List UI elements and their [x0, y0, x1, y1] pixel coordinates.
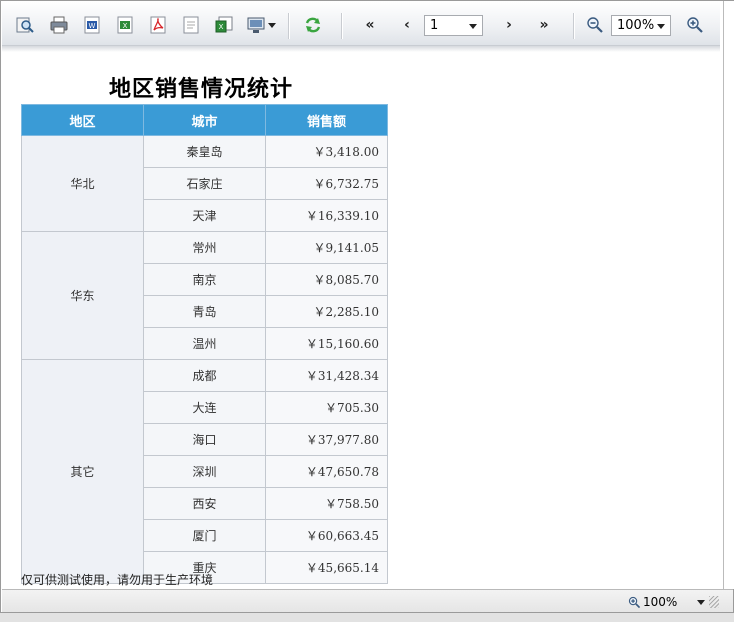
toolbar-shadow [2, 46, 720, 52]
search-icon[interactable] [15, 15, 35, 35]
page-number-select[interactable]: 1 [424, 15, 483, 36]
table-row: 华北 秦皇岛 ￥3,418.00 [21, 135, 388, 232]
region-cell: 华北 [21, 135, 144, 232]
pdf-export-icon[interactable] [148, 15, 168, 35]
city-cell: 成都 [143, 359, 266, 392]
resize-grip[interactable] [709, 596, 719, 608]
column-header-region: 地区 [21, 104, 144, 136]
excel-data-export-icon[interactable]: X [214, 15, 234, 35]
city-cell: 秦皇岛 [143, 135, 266, 168]
amount-cell: ￥31,428.34 [265, 359, 388, 392]
column-header-amount: 销售额 [265, 104, 388, 136]
city-cell: 石家庄 [143, 167, 266, 200]
prev-page-button[interactable]: ‹ [396, 15, 418, 35]
city-cell: 西安 [143, 487, 266, 520]
amount-cell: ￥758.50 [265, 487, 388, 520]
amount-cell: ￥8,085.70 [265, 263, 388, 296]
city-cell: 厦门 [143, 519, 266, 552]
amount-cell: ￥37,977.80 [265, 423, 388, 456]
zoom-in-icon [628, 596, 641, 608]
amount-cell: ￥16,339.10 [265, 199, 388, 232]
region-cell: 其它 [21, 359, 144, 584]
chevron-down-icon [267, 22, 276, 28]
toolbar-separator [573, 13, 575, 39]
city-cell: 大连 [143, 391, 266, 424]
status-bar: 100% [2, 589, 733, 614]
city-cell: 南京 [143, 263, 266, 296]
amount-cell: ￥60,663.45 [265, 519, 388, 552]
zoom-value: 100% [617, 18, 655, 33]
amount-cell: ￥15,160.60 [265, 327, 388, 360]
page-number-value: 1 [430, 18, 439, 33]
table-row: 华东 常州 ￥9,141.05 [21, 231, 388, 360]
city-cell: 天津 [143, 199, 266, 232]
svg-text:X: X [123, 22, 128, 30]
zoom-out-icon[interactable] [585, 15, 605, 35]
column-header-city: 城市 [143, 104, 266, 136]
amount-cell: ￥3,418.00 [265, 135, 388, 168]
amount-cell: ￥9,141.05 [265, 231, 388, 264]
city-cell: 温州 [143, 327, 266, 360]
display-mode-icon [247, 17, 264, 33]
table-row: 其它 成都 ￥31,428.34 [21, 359, 388, 584]
chevron-down-icon [657, 24, 665, 29]
svg-text:W: W [89, 22, 96, 30]
amount-cell: ￥47,650.78 [265, 455, 388, 488]
status-zoom-value: 100% [643, 595, 678, 609]
excel-export-icon[interactable]: X [115, 15, 135, 35]
city-cell: 深圳 [143, 455, 266, 488]
amount-cell: ￥45,665.14 [265, 551, 388, 584]
amount-cell: ￥2,285.10 [265, 295, 388, 328]
refresh-icon[interactable] [303, 15, 323, 35]
zoom-select[interactable]: 100% [611, 15, 671, 36]
toolbar-separator [288, 13, 290, 39]
text-export-icon[interactable] [181, 15, 201, 35]
amount-cell: ￥705.30 [265, 391, 388, 424]
word-export-icon[interactable]: W [82, 15, 102, 35]
report-viewer-window: W X X « ‹ 1 › » 100% 地区销售情况统计 地区 城市 销售额 … [0, 0, 734, 621]
table-header-row: 地区 城市 销售额 [21, 104, 388, 136]
toolbar-separator [341, 13, 343, 39]
vertical-scrollbar[interactable] [723, 1, 734, 589]
display-mode-dropdown[interactable] [244, 15, 278, 35]
city-cell: 常州 [143, 231, 266, 264]
city-cell: 海口 [143, 423, 266, 456]
zoom-in-icon[interactable] [685, 15, 705, 35]
last-page-button[interactable]: » [533, 15, 555, 35]
chevron-down-icon [469, 24, 477, 29]
region-cell: 华东 [21, 231, 144, 360]
status-zoom-control[interactable]: 100% [628, 595, 706, 609]
print-icon[interactable] [49, 15, 69, 35]
chevron-down-icon [697, 599, 706, 605]
amount-cell: ￥6,732.75 [265, 167, 388, 200]
sales-table: 地区 城市 销售额 华北 秦皇岛 ￥3,418.00 石家庄 ￥6,732.75… [21, 104, 388, 584]
toolbar: W X X « ‹ 1 › » 100% [2, 2, 720, 46]
svg-text:X: X [219, 23, 224, 31]
first-page-button[interactable]: « [359, 15, 381, 35]
footnote-text: 仅可供测试使用，请勿用于生产环境 [21, 573, 214, 587]
next-page-button[interactable]: › [498, 15, 520, 35]
report-title: 地区销售情况统计 [108, 77, 293, 102]
city-cell: 青岛 [143, 295, 266, 328]
